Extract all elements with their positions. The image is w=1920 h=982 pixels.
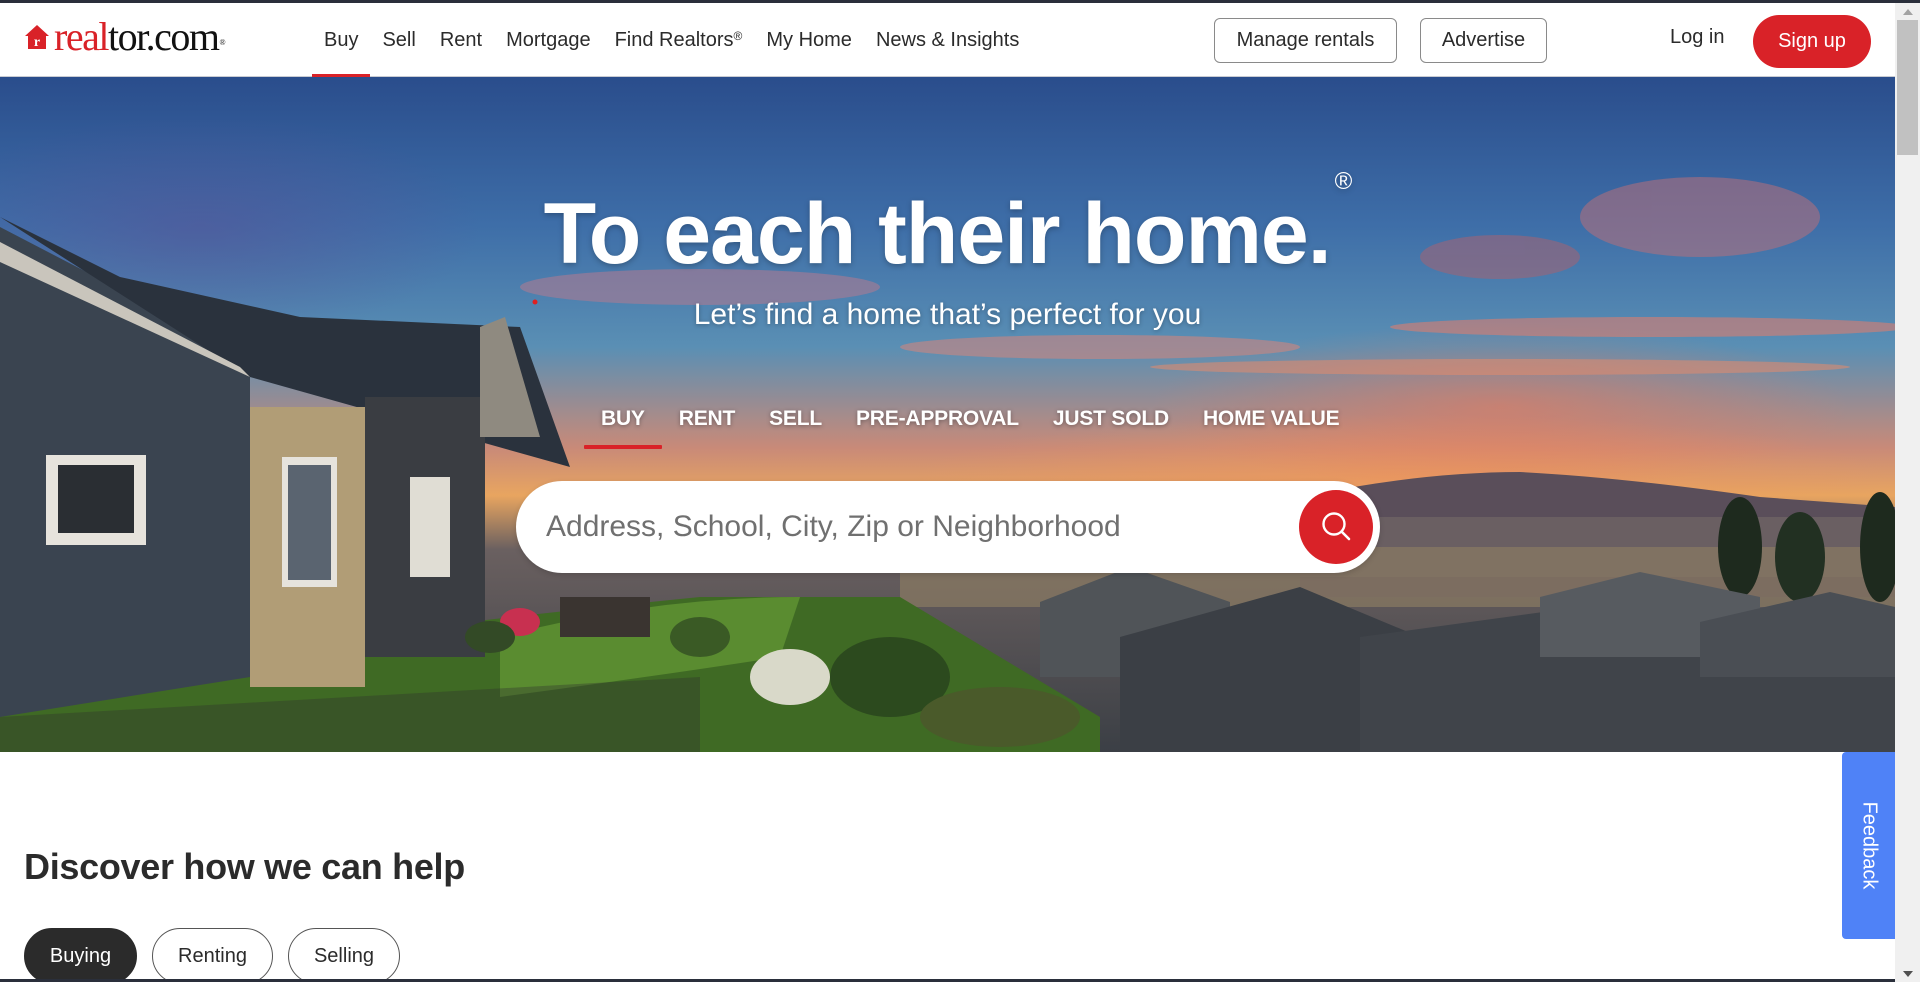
nav-news-insights[interactable]: News & Insights <box>864 3 1031 77</box>
nav-sell-label: Sell <box>382 28 416 51</box>
logo-text-red: real <box>54 14 109 59</box>
nav-buy-label: Buy <box>324 28 359 51</box>
feedback-label: Feedback <box>1858 801 1880 890</box>
tab-sell[interactable]: SELL <box>752 395 839 443</box>
pill-selling[interactable]: Selling <box>288 928 400 982</box>
svg-text:r: r <box>34 35 40 50</box>
search-type-tabs: BUY RENT SELL PRE-APPROVAL JUST SOLD HOM… <box>584 395 1356 449</box>
scroll-down-arrow-icon[interactable] <box>1895 965 1920 982</box>
tab-home-value[interactable]: HOME VALUE <box>1186 395 1356 443</box>
nav-mortgage-label: Mortgage <box>506 28 591 51</box>
site-header: r realtor.com® Buy Sell Rent Mortgage Fi… <box>0 3 1895 78</box>
search-bar <box>516 481 1380 573</box>
hero-title-text: To each their home. <box>543 186 1332 282</box>
nav-my-home[interactable]: My Home <box>754 3 864 77</box>
nav-my-home-label: My Home <box>766 28 852 51</box>
vertical-scrollbar[interactable] <box>1895 3 1920 982</box>
tab-just-sold[interactable]: JUST SOLD <box>1036 395 1186 443</box>
pill-renting[interactable]: Renting <box>152 928 273 982</box>
search-input[interactable] <box>546 501 1286 553</box>
page: r realtor.com® Buy Sell Rent Mortgage Fi… <box>0 3 1895 982</box>
nav-buy[interactable]: Buy <box>312 3 371 78</box>
hero-title: To each their home.® <box>0 168 1895 284</box>
manage-rentals-button[interactable]: Manage rentals <box>1214 18 1397 63</box>
search-button[interactable] <box>1299 490 1373 564</box>
scrollbar-thumb[interactable] <box>1897 20 1918 155</box>
discover-heading: Discover how we can help <box>24 846 465 887</box>
nav-rent-label: Rent <box>439 28 483 51</box>
realtor-logo[interactable]: r realtor.com® <box>24 14 226 59</box>
discover-category-pills: Buying Renting Selling <box>24 928 400 982</box>
nav-news-insights-label: News & Insights <box>875 28 1020 51</box>
feedback-tab[interactable]: Feedback <box>1842 752 1895 939</box>
tab-rent[interactable]: RENT <box>662 395 752 443</box>
hero-section: To each their home.® Let’s find a home t… <box>0 77 1895 752</box>
hero-title-registered-mark: ® <box>1334 168 1353 196</box>
nav-sell[interactable]: Sell <box>370 3 427 77</box>
main-nav: Buy Sell Rent Mortgage Find Realtors ® My… <box>312 3 1031 78</box>
search-icon <box>1319 509 1353 546</box>
nav-find-realtors[interactable]: Find Realtors ® <box>603 3 755 77</box>
hero-subtitle: Let’s find a home that’s perfect for you <box>693 298 1202 331</box>
registered-mark: ® <box>733 29 743 43</box>
login-link[interactable]: Log in <box>1670 26 1725 49</box>
nav-mortgage[interactable]: Mortgage <box>494 3 603 77</box>
logo-registered-mark: ® <box>219 38 226 47</box>
scroll-up-arrow-icon[interactable] <box>1895 3 1920 20</box>
nav-rent[interactable]: Rent <box>428 3 494 77</box>
nav-find-realtors-label: Find Realtors <box>614 28 734 51</box>
house-logo-icon: r <box>24 24 50 50</box>
tab-pre-approval[interactable]: PRE-APPROVAL <box>839 395 1036 443</box>
signup-button[interactable]: Sign up <box>1753 15 1871 68</box>
tab-buy[interactable]: BUY <box>584 395 662 449</box>
logo-text-black: tor.com <box>107 14 220 59</box>
pill-buying[interactable]: Buying <box>24 928 137 982</box>
advertise-button[interactable]: Advertise <box>1420 18 1547 63</box>
logo-wordmark: realtor.com® <box>54 14 226 59</box>
